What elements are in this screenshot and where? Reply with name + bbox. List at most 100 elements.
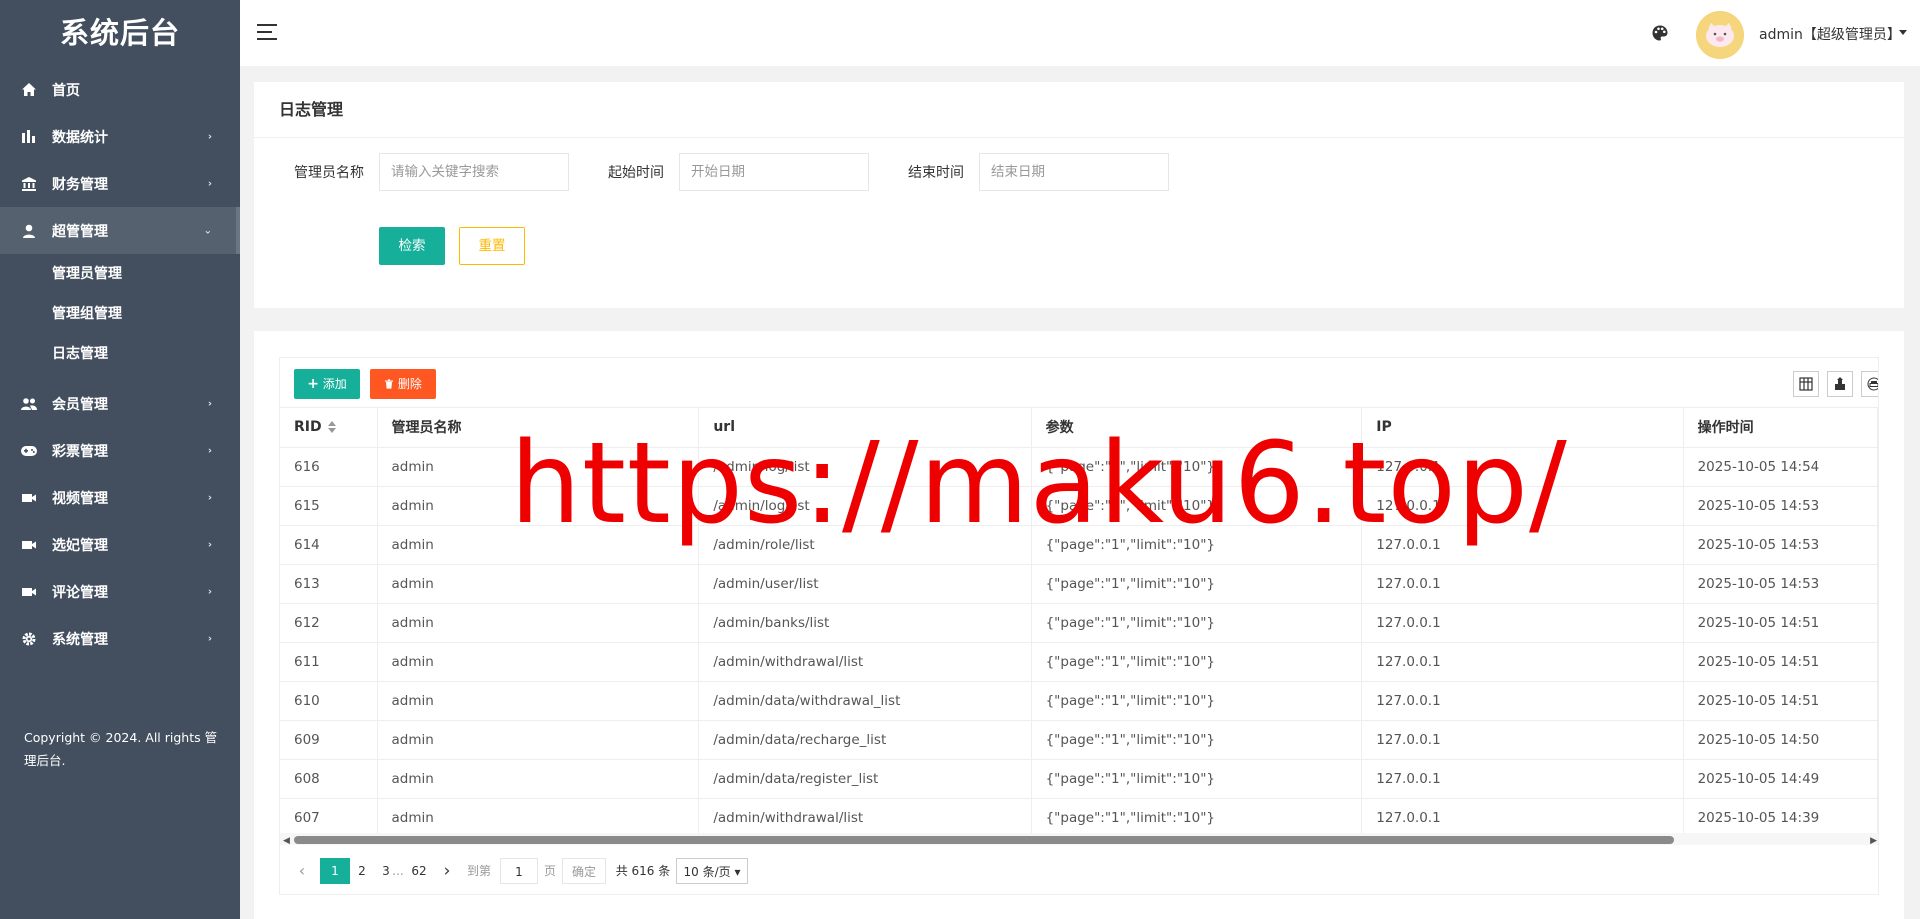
page-3[interactable]: 3 [379, 858, 393, 884]
table-row[interactable]: 611 admin/admin/withdrawal/list {"page":"1… [280, 642, 1878, 682]
cell-time: 2025-10-05 14:51 [1683, 642, 1878, 682]
columns-filter-icon[interactable] [1793, 371, 1819, 397]
goto-page-input[interactable]: 1 [500, 858, 538, 884]
cell-url: /admin/withdrawal/list [698, 642, 1032, 682]
column-header-time: 操作时间 [1683, 408, 1878, 448]
top-header: admin【超级管理员】 [240, 0, 1920, 66]
chevron-right-icon: › [207, 492, 212, 503]
sidebar-item-label: 选妃管理 [52, 537, 108, 554]
cell-params: {"page":"1","limit":"10"} [1031, 798, 1363, 838]
table-row[interactable]: 615 admin/admin/log/list {"page":"1","limi… [280, 486, 1878, 526]
cell-url: /admin/user/list [698, 564, 1032, 604]
page-unit-label: 页 [543, 864, 556, 878]
gamepad-icon [20, 442, 38, 460]
cell-url: /admin/data/withdrawal_list [698, 681, 1032, 721]
submenu-item-logs[interactable]: 日志管理 [0, 334, 240, 374]
cell-rid: 613 [280, 564, 378, 604]
user-icon [20, 222, 38, 240]
sidebar-item-video[interactable]: 视频管理 › [0, 474, 240, 521]
cell-ip: 127.0.0.1 [1361, 642, 1684, 682]
table-row[interactable]: 610 admin/admin/data/withdrawal_list {"pag… [280, 681, 1878, 721]
start-date-input[interactable]: 开始日期 [679, 153, 869, 191]
table-row[interactable]: 616 admin/admin/log/list {"page":"1","limi… [280, 447, 1878, 487]
cell-ip: 127.0.0.1 [1361, 798, 1684, 838]
user-name[interactable]: admin【超级管理员】 [1759, 24, 1901, 44]
chevron-right-icon: › [207, 445, 212, 456]
sidebar-item-members[interactable]: 会员管理 › [0, 380, 240, 427]
per-page-select[interactable]: 10 条/页 ▾ [676, 858, 748, 884]
column-header-ip: IP [1361, 408, 1684, 448]
trash-icon [384, 370, 394, 400]
sidebar-item-finance[interactable]: 财务管理 › [0, 160, 240, 207]
cell-admin: admin [377, 759, 700, 799]
sidebar: 系统后台 首页 数据统计 › 财务管理 › 超管管理 ⌄ 管理员管理 管理组管理… [0, 0, 240, 919]
sidebar-item-label: 彩票管理 [52, 443, 108, 460]
page-2[interactable]: 2 [350, 858, 374, 884]
sidebar-item-home[interactable]: 首页 [0, 66, 240, 113]
chevron-right-icon: › [207, 633, 212, 644]
goto-confirm-button[interactable]: 确定 [562, 858, 606, 884]
chevron-down-icon: ⌄ [203, 225, 212, 236]
palette-icon[interactable] [1651, 24, 1669, 45]
menu-toggle-icon[interactable] [257, 24, 277, 40]
horizontal-scrollbar[interactable]: ◀ ▶ [280, 833, 1878, 845]
sidebar-item-stats[interactable]: 数据统计 › [0, 113, 240, 160]
page-current[interactable]: 1 [320, 858, 350, 884]
column-header-url: url [698, 408, 1032, 448]
users-icon [20, 395, 38, 413]
page-last[interactable]: 62 [404, 858, 434, 884]
cell-admin: admin [377, 720, 700, 760]
sort-icon[interactable] [327, 421, 336, 434]
sidebar-item-comments[interactable]: 评论管理 › [0, 568, 240, 615]
cell-params: {"page":"1","limit":"10"} [1031, 603, 1363, 643]
end-date-label: 结束时间 [908, 165, 964, 181]
prev-page-icon[interactable]: ‹ [294, 858, 310, 884]
cell-rid: 614 [280, 525, 378, 565]
table-row[interactable]: 609 admin/admin/data/recharge_list {"page"… [280, 720, 1878, 760]
table-toolbar: + 添加 删除 [280, 358, 1878, 408]
cell-time: 2025-10-05 14:39 [1683, 798, 1878, 838]
home-icon [20, 81, 38, 99]
cell-time: 2025-10-05 14:51 [1683, 681, 1878, 721]
export-icon[interactable] [1827, 371, 1853, 397]
column-header-rid[interactable]: RID [280, 408, 378, 448]
search-button[interactable]: 检索 [379, 227, 445, 265]
admin-name-input[interactable]: 请输入关键字搜索 [379, 153, 569, 191]
delete-button-label: 删除 [397, 377, 422, 391]
scrollbar-thumb[interactable] [294, 836, 1674, 844]
cell-admin: admin [377, 642, 700, 682]
chevron-right-icon: › [207, 398, 212, 409]
table-row[interactable]: 612 admin/admin/banks/list {"page":"1","li… [280, 603, 1878, 643]
submenu-item-admins[interactable]: 管理员管理 [0, 254, 240, 294]
table-header-row: RID 管理员名称 url 参数 IP 操作时间 [280, 408, 1878, 448]
table-row[interactable]: 614 admin/admin/role/list {"page":"1","lim… [280, 525, 1878, 565]
add-button[interactable]: + 添加 [294, 369, 360, 399]
sidebar-item-lottery[interactable]: 彩票管理 › [0, 427, 240, 474]
cell-admin: admin [377, 447, 700, 487]
data-table: + 添加 删除 RID 管理员名称 url 参数 IP 操作时间 616 adm… [279, 357, 1879, 895]
table-row[interactable]: 607 admin/admin/withdrawal/list {"page":"1… [280, 798, 1878, 838]
table-row[interactable]: 608 admin/admin/data/register_list {"page"… [280, 759, 1878, 799]
next-page-icon[interactable]: › [436, 858, 458, 884]
submenu-item-groups[interactable]: 管理组管理 [0, 294, 240, 334]
cell-rid: 607 [280, 798, 378, 838]
search-card: 日志管理 管理员名称 请输入关键字搜索 起始时间 开始日期 结束时间 结束日期 … [254, 82, 1904, 308]
avatar[interactable] [1696, 11, 1744, 59]
cell-rid: 615 [280, 486, 378, 526]
cell-params: {"page":"1","limit":"10"} [1031, 486, 1363, 526]
print-icon[interactable] [1861, 371, 1878, 397]
sidebar-item-selection[interactable]: 选妃管理 › [0, 521, 240, 568]
cell-ip: 127.0.0.1 [1361, 525, 1684, 565]
cell-params: {"page":"1","limit":"10"} [1031, 447, 1363, 487]
sidebar-item-system[interactable]: 系统管理 › [0, 615, 240, 662]
chevron-right-icon: › [207, 131, 212, 142]
cell-admin: admin [377, 603, 700, 643]
reset-button[interactable]: 重置 [459, 227, 525, 265]
table-row[interactable]: 613 admin/admin/user/list {"page":"1","lim… [280, 564, 1878, 604]
cell-time: 2025-10-05 14:53 [1683, 525, 1878, 565]
end-date-input[interactable]: 结束日期 [979, 153, 1169, 191]
cell-params: {"page":"1","limit":"10"} [1031, 564, 1363, 604]
sidebar-item-super-admin[interactable]: 超管管理 ⌄ [0, 207, 240, 254]
delete-button[interactable]: 删除 [370, 369, 436, 399]
caret-down-icon[interactable] [1899, 30, 1907, 35]
